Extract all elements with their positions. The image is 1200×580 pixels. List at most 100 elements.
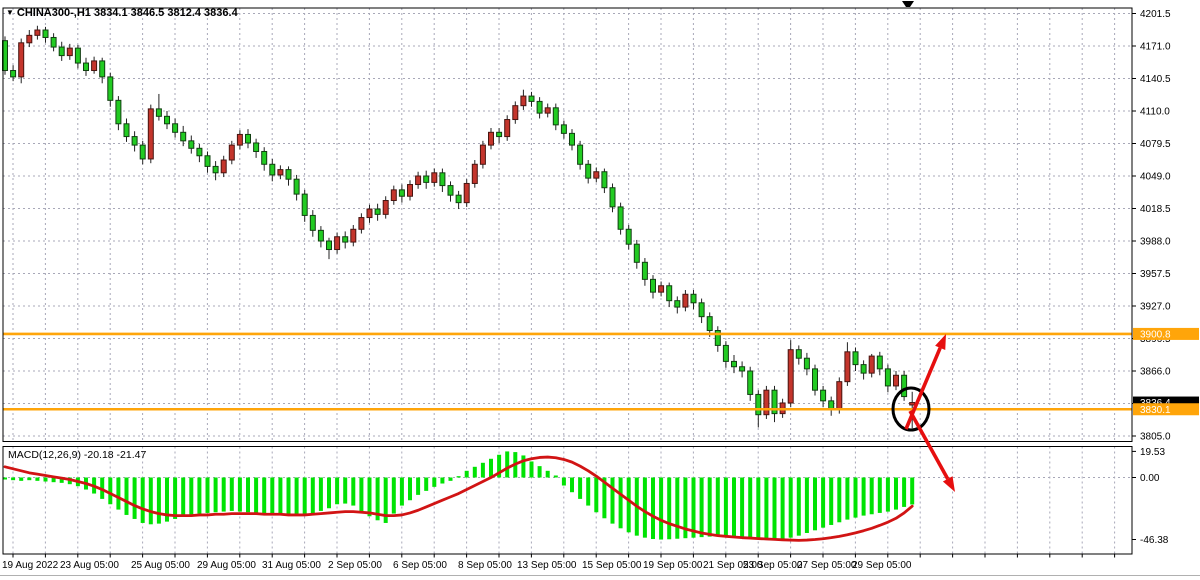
chart-canvas[interactable]: 4201.54171.04140.54110.04079.54049.04018…	[0, 0, 1200, 580]
macd-tick-label: 19.53	[1140, 447, 1165, 458]
date-label: 8 Sep 05:00	[458, 560, 512, 571]
candle-bull	[416, 176, 421, 185]
candle-bear	[294, 179, 299, 194]
chart-shift-marker[interactable]	[902, 1, 914, 7]
candle-bear	[262, 151, 267, 164]
macd-histogram-bar	[619, 478, 623, 529]
candle-bear	[43, 30, 48, 37]
macd-histogram-bar	[854, 478, 858, 518]
candle-bear	[626, 229, 631, 244]
candle-bear	[902, 375, 907, 396]
macd-histogram-bar	[627, 478, 631, 533]
date-label: 31 Aug 05:00	[262, 560, 321, 571]
macd-histogram-bar	[862, 478, 866, 516]
date-label: 13 Sep 05:00	[517, 560, 577, 571]
macd-histogram-bar	[902, 478, 906, 507]
candle-bull	[837, 382, 842, 410]
candle-bull	[237, 134, 242, 145]
candle-bull	[391, 190, 396, 201]
macd-histogram-bar	[440, 478, 444, 484]
candle-bull	[594, 172, 599, 178]
price-axis: 4201.54171.04140.54110.04079.54049.04018…	[1132, 9, 1199, 546]
candle-bull	[335, 237, 340, 250]
chart-window: 4201.54171.04140.54110.04079.54049.04018…	[0, 0, 1200, 580]
macd-histogram-bar	[359, 478, 363, 513]
macd-histogram-bar	[189, 478, 193, 515]
candle-bear	[675, 301, 680, 307]
macd-histogram-bar	[821, 478, 825, 528]
date-label: 19 Sep 05:00	[643, 560, 703, 571]
macd-histogram-bar	[254, 478, 258, 513]
candle-bear	[877, 356, 882, 369]
main-panel-border	[3, 8, 1132, 442]
price-tick-label: 4171.0	[1140, 42, 1171, 53]
candle-bear	[140, 145, 145, 159]
macd-histogram-bar	[149, 478, 153, 525]
macd-histogram-bar	[457, 476, 461, 477]
candle-bull	[432, 173, 437, 183]
macd-histogram-bar	[724, 478, 728, 537]
price-tick-label: 4079.5	[1140, 139, 1171, 150]
macd-histogram-bar	[473, 467, 477, 478]
macd-histogram-bar	[335, 478, 339, 505]
candle-bull	[480, 145, 485, 164]
macd-histogram-bar	[343, 478, 347, 504]
macd-panel-border	[3, 447, 1132, 555]
up-arrow-annotation-head[interactable]	[935, 334, 946, 350]
candle-bull	[67, 48, 72, 55]
candle-bear	[821, 390, 826, 401]
candle-bear	[699, 303, 704, 317]
symbol-period-label: CHINA300-,H1	[17, 7, 91, 19]
price-tick-label: 4140.5	[1140, 74, 1171, 85]
candle-bear	[586, 164, 591, 178]
candle-bull	[910, 403, 915, 405]
candle-bull	[869, 356, 874, 373]
candle-bear	[213, 166, 218, 172]
candle-bear	[132, 137, 137, 146]
macd-histogram-bar	[449, 478, 453, 481]
macd-histogram-bar	[878, 478, 882, 513]
candle-bear	[302, 194, 307, 215]
candle-bear	[181, 132, 186, 141]
macd-histogram-bar	[554, 475, 558, 477]
candle-bear	[108, 77, 113, 100]
macd-histogram-bar	[716, 478, 720, 537]
candle-bear	[197, 148, 202, 155]
candle-bear	[84, 63, 89, 70]
price-tick-label: 3988.0	[1140, 237, 1171, 248]
macd-histogram-bar	[465, 471, 469, 478]
candle-bull	[92, 61, 97, 71]
down-arrow-annotation-head[interactable]	[943, 476, 955, 492]
macd-histogram-bar	[222, 478, 226, 512]
macd-histogram-bar	[238, 478, 242, 512]
price-tick-label: 4049.0	[1140, 172, 1171, 183]
macd-histogram-bar	[700, 478, 704, 538]
hlines-layer[interactable]	[3, 334, 1132, 409]
candle-bear	[561, 125, 566, 134]
annotations-layer[interactable]	[893, 334, 955, 492]
candle-bear	[707, 317, 712, 331]
down-arrow-annotation-shaft[interactable]	[910, 411, 948, 479]
macd-tick-label: -46.38	[1140, 535, 1169, 546]
candle-bear	[529, 96, 534, 101]
macd-histogram-bar	[133, 478, 137, 519]
macd-histogram-bar	[708, 478, 712, 537]
candle-bear	[813, 369, 818, 390]
candle-bull	[229, 145, 234, 160]
candle-bear	[756, 394, 761, 414]
candle-bear	[75, 48, 80, 63]
macd-histogram-bar	[408, 478, 412, 501]
macd-histogram-bar	[262, 478, 266, 514]
macd-histogram-bar	[837, 478, 841, 523]
candle-bull	[464, 183, 469, 202]
macd-histogram-bar	[44, 478, 48, 482]
macd-histogram-bar	[675, 478, 679, 539]
macd-histogram-bar	[732, 478, 736, 537]
date-label: 29 Sep 05:00	[852, 560, 912, 571]
price-tick-label: 4110.0	[1140, 107, 1170, 118]
macd-histogram-bar	[125, 478, 129, 515]
candle-bear	[537, 101, 542, 113]
candle-bear	[286, 170, 291, 180]
candle-bear	[740, 367, 745, 371]
macd-histogram-bar	[781, 478, 785, 540]
